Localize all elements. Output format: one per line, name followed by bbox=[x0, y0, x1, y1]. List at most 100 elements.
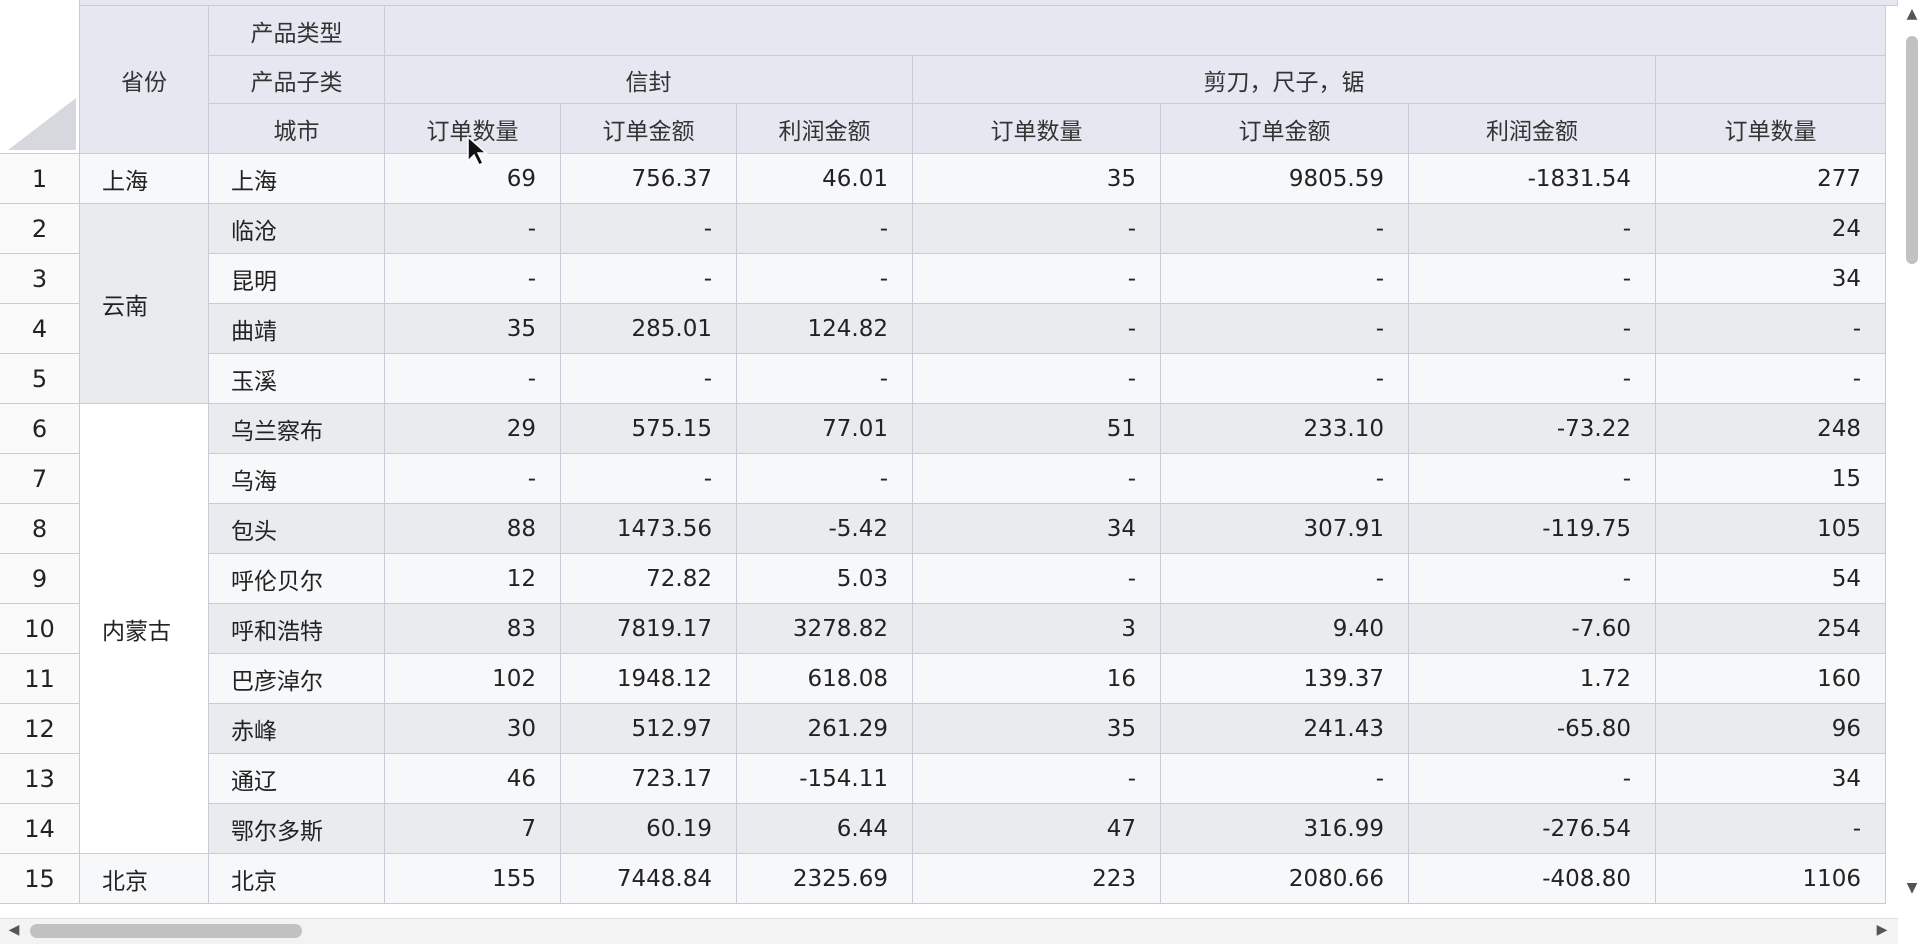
city-cell[interactable]: 包头 bbox=[209, 504, 385, 554]
value-cell[interactable]: - bbox=[1161, 454, 1409, 504]
value-cell[interactable]: - bbox=[1161, 304, 1409, 354]
value-cell[interactable]: 1948.12 bbox=[561, 654, 737, 704]
city-cell[interactable]: 巴彦淖尔 bbox=[209, 654, 385, 704]
value-cell[interactable]: 1.72 bbox=[1409, 654, 1656, 704]
value-cell[interactable]: -7.60 bbox=[1409, 604, 1656, 654]
header-subtype-group[interactable]: 剪刀，尺子，锯 bbox=[913, 56, 1656, 104]
value-cell[interactable]: - bbox=[385, 254, 561, 304]
value-cell[interactable]: - bbox=[1656, 354, 1886, 404]
value-cell[interactable]: 72.82 bbox=[561, 554, 737, 604]
value-cell[interactable]: 512.97 bbox=[561, 704, 737, 754]
scroll-up-icon[interactable]: ▲ bbox=[1902, 4, 1922, 24]
value-cell[interactable]: - bbox=[561, 454, 737, 504]
value-cell[interactable]: - bbox=[1409, 354, 1656, 404]
value-cell[interactable]: - bbox=[1409, 454, 1656, 504]
province-cell[interactable]: 云南 bbox=[80, 204, 209, 404]
scroll-down-icon[interactable]: ▼ bbox=[1902, 878, 1922, 898]
header-product-subtype-label[interactable]: 产品子类 bbox=[209, 56, 385, 104]
value-cell[interactable]: - bbox=[913, 454, 1161, 504]
value-cell[interactable]: - bbox=[913, 354, 1161, 404]
header-measure[interactable]: 利润金额 bbox=[1409, 104, 1656, 154]
value-cell[interactable]: - bbox=[913, 754, 1161, 804]
value-cell[interactable]: 105 bbox=[1656, 504, 1886, 554]
value-cell[interactable]: - bbox=[385, 354, 561, 404]
value-cell[interactable]: 88 bbox=[385, 504, 561, 554]
value-cell[interactable]: - bbox=[913, 254, 1161, 304]
value-cell[interactable]: - bbox=[1409, 254, 1656, 304]
value-cell[interactable]: - bbox=[737, 454, 913, 504]
value-cell[interactable]: - bbox=[737, 204, 913, 254]
value-cell[interactable]: 2080.66 bbox=[1161, 854, 1409, 904]
value-cell[interactable]: 15 bbox=[1656, 454, 1886, 504]
scroll-left-icon[interactable]: ◀ bbox=[4, 920, 24, 940]
header-measure[interactable]: 订单数量 bbox=[913, 104, 1161, 154]
value-cell[interactable]: 261.29 bbox=[737, 704, 913, 754]
value-cell[interactable]: 47 bbox=[913, 804, 1161, 854]
value-cell[interactable]: 34 bbox=[1656, 254, 1886, 304]
city-cell[interactable]: 玉溪 bbox=[209, 354, 385, 404]
header-subtype-group[interactable]: 信封 bbox=[385, 56, 913, 104]
value-cell[interactable]: -5.42 bbox=[737, 504, 913, 554]
value-cell[interactable]: 223 bbox=[913, 854, 1161, 904]
value-cell[interactable]: 1473.56 bbox=[561, 504, 737, 554]
header-city-label[interactable]: 城市 bbox=[209, 104, 385, 154]
value-cell[interactable]: -119.75 bbox=[1409, 504, 1656, 554]
value-cell[interactable]: 9805.59 bbox=[1161, 154, 1409, 204]
value-cell[interactable]: - bbox=[913, 554, 1161, 604]
value-cell[interactable]: 12 bbox=[385, 554, 561, 604]
city-cell[interactable]: 北京 bbox=[209, 854, 385, 904]
value-cell[interactable]: 233.10 bbox=[1161, 404, 1409, 454]
city-cell[interactable]: 赤峰 bbox=[209, 704, 385, 754]
value-cell[interactable]: -73.22 bbox=[1409, 404, 1656, 454]
value-cell[interactable]: 316.99 bbox=[1161, 804, 1409, 854]
header-province-label[interactable]: 省份 bbox=[80, 6, 209, 154]
value-cell[interactable]: - bbox=[1656, 804, 1886, 854]
value-cell[interactable]: 30 bbox=[385, 704, 561, 754]
header-subtype-group[interactable] bbox=[1656, 56, 1886, 104]
value-cell[interactable]: 160 bbox=[1656, 654, 1886, 704]
city-cell[interactable]: 昆明 bbox=[209, 254, 385, 304]
value-cell[interactable]: 35 bbox=[385, 304, 561, 354]
header-measure[interactable]: 订单金额 bbox=[561, 104, 737, 154]
value-cell[interactable]: 35 bbox=[913, 704, 1161, 754]
value-cell[interactable]: - bbox=[1161, 554, 1409, 604]
city-cell[interactable]: 上海 bbox=[209, 154, 385, 204]
value-cell[interactable]: 35 bbox=[913, 154, 1161, 204]
value-cell[interactable]: - bbox=[737, 354, 913, 404]
value-cell[interactable]: 29 bbox=[385, 404, 561, 454]
header-measure[interactable]: 订单数量 bbox=[1656, 104, 1886, 154]
value-cell[interactable]: - bbox=[385, 454, 561, 504]
value-cell[interactable]: 3278.82 bbox=[737, 604, 913, 654]
value-cell[interactable]: - bbox=[1409, 304, 1656, 354]
value-cell[interactable]: 7448.84 bbox=[561, 854, 737, 904]
value-cell[interactable]: 7819.17 bbox=[561, 604, 737, 654]
value-cell[interactable]: -408.80 bbox=[1409, 854, 1656, 904]
value-cell[interactable]: - bbox=[1409, 754, 1656, 804]
vertical-scroll-thumb[interactable] bbox=[1906, 36, 1918, 264]
value-cell[interactable]: 24 bbox=[1656, 204, 1886, 254]
value-cell[interactable]: 254 bbox=[1656, 604, 1886, 654]
value-cell[interactable]: 7 bbox=[385, 804, 561, 854]
value-cell[interactable]: - bbox=[1161, 754, 1409, 804]
value-cell[interactable]: 60.19 bbox=[561, 804, 737, 854]
province-cell[interactable]: 上海 bbox=[80, 154, 209, 204]
value-cell[interactable]: - bbox=[1161, 254, 1409, 304]
province-cell[interactable]: 内蒙古 bbox=[80, 404, 209, 854]
value-cell[interactable]: 69 bbox=[385, 154, 561, 204]
value-cell[interactable]: 124.82 bbox=[737, 304, 913, 354]
value-cell[interactable]: -154.11 bbox=[737, 754, 913, 804]
horizontal-scroll-thumb[interactable] bbox=[30, 924, 302, 938]
value-cell[interactable]: 139.37 bbox=[1161, 654, 1409, 704]
value-cell[interactable]: 34 bbox=[1656, 754, 1886, 804]
value-cell[interactable]: -276.54 bbox=[1409, 804, 1656, 854]
value-cell[interactable]: -1831.54 bbox=[1409, 154, 1656, 204]
city-cell[interactable]: 乌海 bbox=[209, 454, 385, 504]
city-cell[interactable]: 临沧 bbox=[209, 204, 385, 254]
value-cell[interactable]: -65.80 bbox=[1409, 704, 1656, 754]
value-cell[interactable]: 3 bbox=[913, 604, 1161, 654]
header-measure[interactable]: 订单金额 bbox=[1161, 104, 1409, 154]
header-measure[interactable]: 利润金额 bbox=[737, 104, 913, 154]
value-cell[interactable]: 51 bbox=[913, 404, 1161, 454]
value-cell[interactable]: - bbox=[385, 204, 561, 254]
city-cell[interactable]: 呼和浩特 bbox=[209, 604, 385, 654]
